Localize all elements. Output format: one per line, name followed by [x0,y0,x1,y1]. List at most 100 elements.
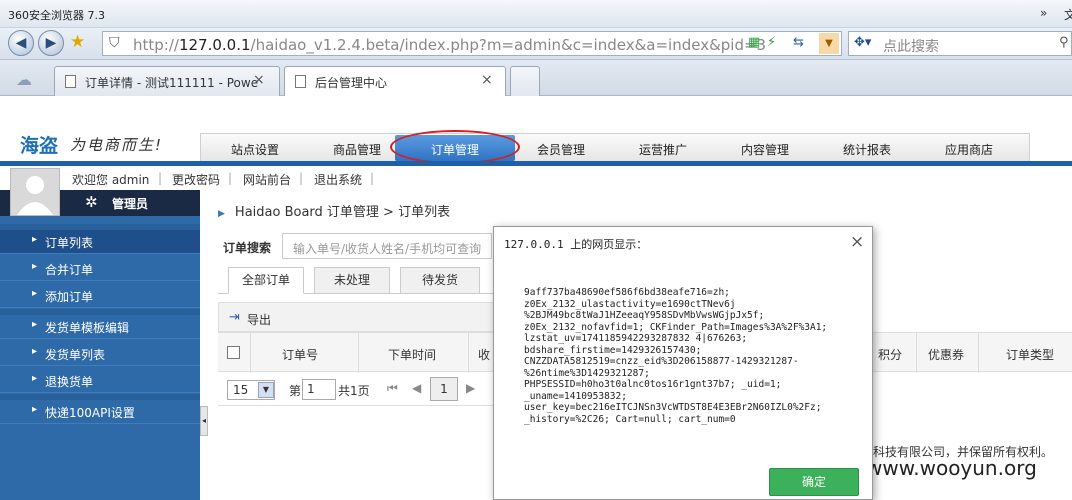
new-tab-button[interactable] [510,66,540,96]
separator: | [228,171,233,185]
tab-label: 订单详情 - 测试111111 - Powe [85,76,259,90]
dropdown-icon[interactable]: ▼ [819,33,839,54]
message-line: %26ntime%3D1429321287; [524,367,650,379]
grid-icon[interactable]: ▦ [748,35,760,50]
message-line: CNZZDATA5812519=cnzz_eid%3D206158877-142… [524,356,799,367]
close-icon[interactable]: × [850,232,864,252]
browser-tabbar: ☁ 订单详情 - 测试111111 - Powe × 后台管理中心 × [0,60,1072,96]
first-page-icon[interactable]: ⏮ [387,381,398,396]
nav-statistics[interactable]: 统计报表 [843,141,891,158]
sidebar-collapse-handle[interactable]: ◂ [200,406,208,436]
prev-page-icon[interactable]: ◀ [412,381,421,395]
sidebar-item-merge-order[interactable]: ▸ 合并订单 [0,257,200,281]
main-nav: 站点设置 商品管理 会员管理 运营推广 内容管理 统计报表 应用商店 [200,133,1030,161]
export-icon[interactable]: ⇥ [229,310,240,325]
column-divider [978,333,979,373]
current-page[interactable]: 1 [430,377,458,401]
header-divider [0,161,1072,166]
refresh-icon[interactable]: ⇆ [793,35,804,50]
sidebar-item-order-list[interactable]: ▸ 订单列表 [0,230,200,254]
role-label: 管理员 [112,197,149,211]
logout-link[interactable]: 退出系统 [314,171,362,188]
message-line: user_key=bec216eITCJNSn3VcWTDST8E4E3EBr2… [524,402,822,413]
page-prefix: 第 [289,384,302,398]
tab-order-detail[interactable]: 订单详情 - 测试111111 - Powe × [54,66,280,96]
lightning-icon[interactable]: ⚡ [767,35,776,50]
close-icon[interactable]: × [253,72,265,88]
arrow-icon: ▸ [32,346,38,357]
column-coupon[interactable]: 优惠券 [928,346,964,363]
chevron-down-icon[interactable]: ▼ [258,382,274,398]
message-line: lzstat_uv=1741185942293287832 4|676263; [524,333,748,344]
change-password-link[interactable]: 更改密码 [172,171,220,188]
favorite-star-icon[interactable]: ★ [70,32,85,52]
arrow-icon: ▸ [32,261,38,272]
site-front-link[interactable]: 网站前台 [243,171,291,188]
browser-titlebar: 360安全浏览器 7.3 » 文 [0,0,1072,28]
page-number-input[interactable]: 1 [302,379,336,400]
table-toolbar: ⇥ 导出 [218,302,498,332]
next-page-icon[interactable]: ▶ [466,381,475,395]
sidebar-item-kuaidi100[interactable]: ▸ 快递100API设置 [0,400,200,424]
order-search-input[interactable]: 输入单号/收货人姓名/手机均可查询 [282,233,492,259]
more-icon[interactable]: » [1040,6,1047,20]
column-receiver[interactable]: 收 [478,346,490,363]
paw-icon[interactable]: ✥▾ [854,35,871,50]
sidebar-item-invoice-template[interactable]: ▸ 发货单模板编辑 [0,315,200,339]
message-line: _history=%2C26; Cart=null; cart_num=0 [524,413,736,425]
nav-site-settings[interactable]: 站点设置 [231,141,279,158]
logo[interactable]: 海盗 [20,131,58,158]
sidebar-item-invoice-list[interactable]: ▸ 发货单列表 [0,342,200,366]
sidebar-item-returns[interactable]: ▸ 退换货单 [0,369,200,393]
column-order-time[interactable]: 下单时间 [388,346,436,363]
address-bar[interactable]: ⛉ http://127.0.0.1/haidao_v1.2.4.beta/in… [102,31,842,56]
message-line: PHPSESSID=h0ho3t0alnc0tos16r1gnt37b7; _u… [524,379,782,390]
welcome-text: 欢迎您 admin [72,173,150,187]
ok-button[interactable]: 确定 [769,468,859,496]
column-divider [250,333,251,373]
select-all-checkbox[interactable] [227,346,240,359]
search-icon[interactable]: ⚲ [1059,35,1069,50]
tab-unprocessed[interactable]: 未处理 [314,267,390,294]
tab-pending-shipment[interactable]: 待发货 [400,267,480,294]
nav-marketing[interactable]: 运营推广 [639,141,687,158]
page-size-select[interactable]: 15 ▼ [227,380,275,400]
back-icon[interactable]: ◀ [8,30,34,56]
avatar [10,168,60,216]
separator: | [158,171,163,185]
column-divider [916,333,917,373]
close-icon[interactable]: × [481,72,493,88]
nav-products[interactable]: 商品管理 [333,141,381,158]
nav-content[interactable]: 内容管理 [741,141,789,158]
dialog-message: 9aff737ba48690ef586f6bd38eafe716=zh; z0E… [524,287,864,425]
column-order-number[interactable]: 订单号 [282,346,318,363]
tab-all-orders[interactable]: 全部订单 [228,267,304,294]
forward-icon[interactable]: ▶ [38,30,64,56]
page-icon [295,75,306,88]
search-box[interactable]: ✥▾ 点此搜索 ⚲ [848,31,1072,56]
address-url[interactable]: http://127.0.0.1/haidao_v1.2.4.beta/inde… [133,36,766,54]
order-search-label: 订单搜索 [223,241,272,255]
dialog-title: 127.0.0.1 上的网页显示： [504,238,648,251]
arrow-icon: ▶ [218,209,225,219]
column-divider [358,333,359,373]
separator: | [370,171,375,185]
title-right-text: 文 [1064,8,1072,22]
sidebar-item-add-order[interactable]: ▸ 添加订单 [0,284,200,308]
alert-dialog: 127.0.0.1 上的网页显示： × 9aff737ba48690ef586f… [493,226,873,500]
arrow-icon: ▸ [32,288,38,299]
cloud-icon[interactable]: ☁ [16,70,32,89]
nav-members[interactable]: 会员管理 [537,141,585,158]
column-points[interactable]: 积分 [878,346,902,363]
arrow-icon: ▸ [32,319,38,330]
nav-app-store[interactable]: 应用商店 [945,141,993,158]
message-line: 9aff737ba48690ef586f6bd38eafe716=zh; [524,287,730,298]
slogan: 为电商而生! [70,136,164,154]
browser-title: 360安全浏览器 7.3 [8,9,105,22]
tab-admin-center[interactable]: 后台管理中心 × [284,66,506,96]
arrow-icon: ▸ [32,373,38,384]
column-order-type[interactable]: 订单类型 [1006,346,1054,363]
export-button[interactable]: 导出 [247,311,271,328]
shield-icon: ⛉ [109,35,120,51]
message-line: _uname=1410953832; [524,390,627,402]
